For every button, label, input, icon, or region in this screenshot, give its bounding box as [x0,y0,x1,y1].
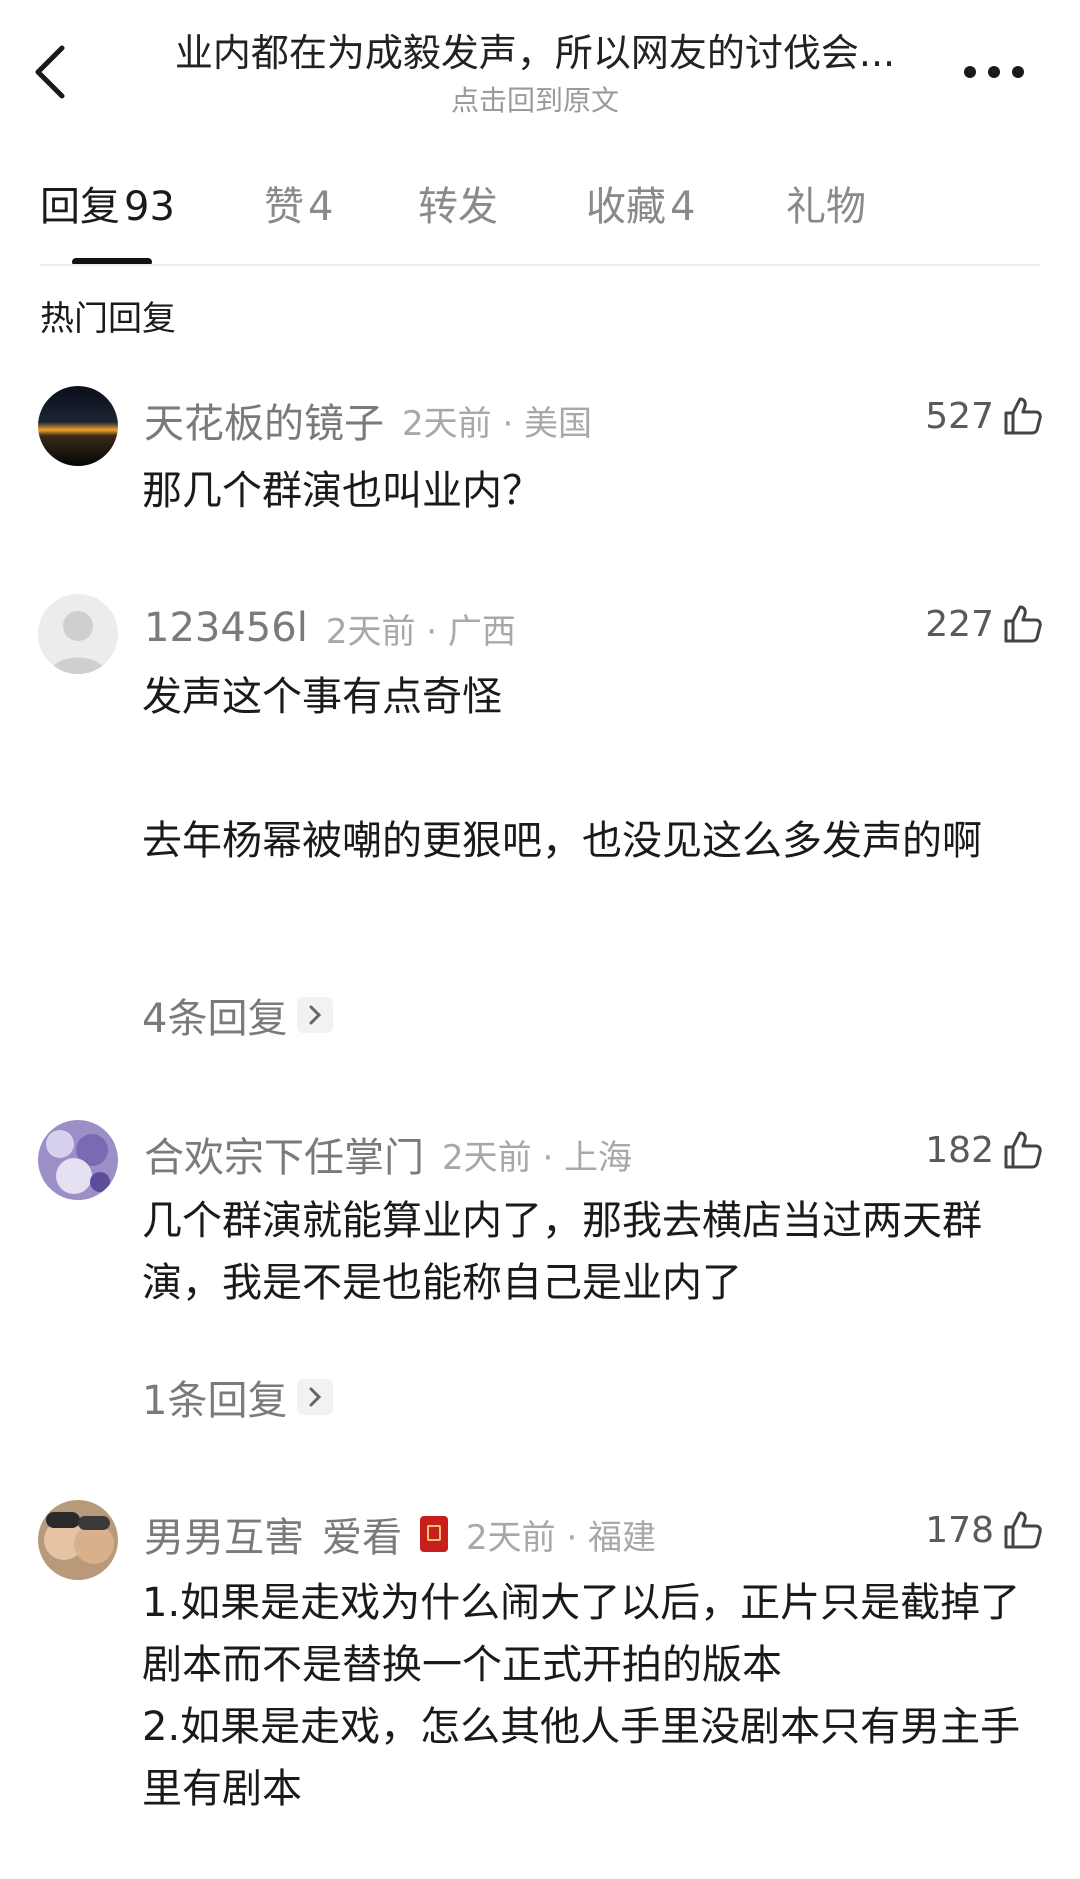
like-button[interactable]: 227 [925,594,1044,654]
comment-meta: 2天前 · 广西 [325,611,516,652]
tab-favorites[interactable]: 收藏 4 [586,180,695,234]
back-button[interactable] [28,40,78,104]
more-button[interactable] [964,58,1024,86]
like-button[interactable]: 182 [925,1120,1044,1180]
tab-likes[interactable]: 赞4 [264,180,333,234]
username[interactable]: 男男互害 [144,1505,304,1563]
like-count: 182 [925,1129,994,1171]
comment-text: 1.如果是走戏为什么闹大了以后，正片只是截掉了剧本而不是替换一个正式开拍的版本 … [142,1580,1021,1812]
thumbs-up-icon [1004,397,1042,435]
avatar[interactable] [38,386,118,466]
username[interactable]: 天花板的镜子 [144,391,384,449]
comment-meta: 2天前 · 上海 [442,1137,633,1178]
like-button[interactable]: 527 [925,386,1044,446]
username[interactable]: 123456l [144,605,308,651]
red-envelope-badge-icon [420,1516,448,1552]
more-dots-icon [964,66,976,78]
tab-divider [40,264,1040,266]
like-count: 527 [925,395,994,437]
comment-header: 男男互害 爱看 2天前 · 福建 [144,1506,656,1562]
chevron-right-icon [297,1379,334,1415]
section-title: 热门回复 [40,299,176,339]
avatar[interactable] [38,1500,118,1580]
tab-replies[interactable]: 回复 93 [40,180,175,234]
thumbs-up-icon [1004,1511,1042,1549]
like-button[interactable]: 178 [925,1500,1044,1560]
comment-text: 几个群演就能算业内了，那我去横店当过两天群演，我是不是也能称自己是业内了 [142,1198,982,1306]
like-count: 178 [925,1509,994,1551]
comment-text: 那几个群演也叫业内？ [142,468,542,514]
view-replies-button[interactable]: 1条回复 [142,1368,334,1426]
username[interactable]: 合欢宗下任掌门 [144,1125,424,1183]
thumbs-up-icon [1004,605,1042,643]
reply-count: 4条回复 [142,996,288,1042]
tab-gifts[interactable]: 礼物 [786,180,866,234]
view-replies-button[interactable]: 4条回复 [142,986,334,1044]
tab-reposts[interactable]: 转发 [418,180,498,234]
comment-meta: 2天前 · 美国 [402,403,593,444]
avatar[interactable] [38,594,118,674]
back-to-original-link[interactable]: 点击回到原文 [120,82,950,120]
tab-bar: 回复 93 赞4 转发 收藏 4 礼物 [40,180,1040,240]
page-title[interactable]: 业内都在为成毅发声，所以网友的讨伐会... [120,28,950,78]
comment-header: 合欢宗下任掌门 2天前 · 上海 [144,1126,632,1182]
comment-text: 发声这个事有点奇怪 去年杨幂被嘲的更狠吧，也没见这么多发声的啊 [142,674,982,864]
chevron-right-icon [297,997,334,1033]
thumbs-up-icon [1004,1131,1042,1169]
comment-header: 123456l 2天前 · 广西 [144,600,516,656]
comment-meta: 2天前 · 福建 [466,1517,657,1558]
top-bar: 业内都在为成毅发声，所以网友的讨伐会... 点击回到原文 [0,0,1080,150]
comment-header: 天花板的镜子 2天前 · 美国 [144,392,592,448]
reply-count: 1条回复 [142,1378,288,1424]
like-count: 227 [925,603,994,645]
avatar[interactable] [38,1120,118,1200]
chevron-left-icon [35,45,65,99]
user-tag: 爱看 [322,1515,402,1561]
